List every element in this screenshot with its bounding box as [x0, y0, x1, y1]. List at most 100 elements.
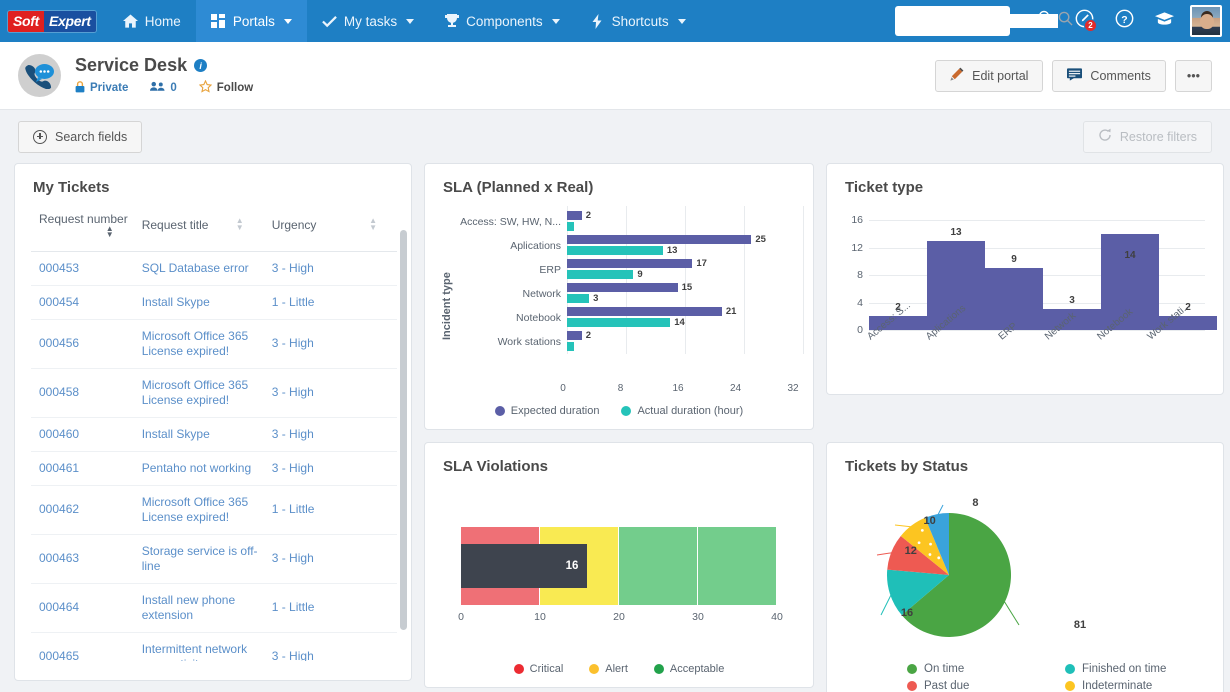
table-row[interactable]: 000454 Install Skype 1 - Little: [31, 285, 397, 320]
table-row[interactable]: 000461 Pentaho not working 3 - High: [31, 451, 397, 486]
global-search[interactable]: [895, 6, 1073, 36]
sla-bar-actual[interactable]: [567, 342, 575, 351]
cell-request-title[interactable]: SQL Database error: [133, 251, 264, 286]
cell-request-number[interactable]: 000465: [31, 632, 134, 661]
edit-portal-button[interactable]: Edit portal: [935, 59, 1044, 92]
graduation-cap-icon: [1154, 11, 1174, 31]
table-row[interactable]: 000456 Microsoft Office 365 License expir…: [31, 319, 397, 369]
table-row[interactable]: 000458 Microsoft Office 365 License expir…: [31, 368, 397, 418]
cell-request-title[interactable]: Install Skype: [133, 285, 264, 320]
sla-bar-actual[interactable]: [567, 222, 575, 231]
bullet-x-tick: 30: [692, 611, 704, 623]
table-row[interactable]: 000462 Microsoft Office 365 License expir…: [31, 485, 397, 535]
check-icon: [321, 14, 337, 29]
legend-item[interactable]: Alert: [589, 663, 628, 675]
cell-request-title[interactable]: Storage service is off-line: [133, 534, 264, 584]
more-options-button[interactable]: •••: [1174, 59, 1212, 92]
sla-bar-expected[interactable]: [567, 211, 582, 220]
bullet-measure-bar[interactable]: 16: [461, 544, 588, 588]
user-avatar[interactable]: [1190, 5, 1222, 37]
bullet-x-tick: 10: [534, 611, 546, 623]
table-row[interactable]: 000453 SQL Database error 3 - High: [31, 251, 397, 286]
cell-request-number[interactable]: 000461: [31, 451, 134, 486]
tickets-scrollbar-thumb[interactable]: [400, 230, 407, 630]
sla-bar-value: 14: [674, 317, 685, 328]
sla-bar-actual[interactable]: [567, 294, 590, 303]
legend-item[interactable]: Acceptable: [653, 663, 724, 675]
sort-icon[interactable]: ▲ ▼: [236, 217, 244, 232]
help-button[interactable]: ?: [1104, 0, 1144, 42]
nav-item-shortcuts[interactable]: Shortcuts: [575, 0, 701, 42]
privacy-indicator[interactable]: Private: [75, 80, 128, 96]
nav-item-portals[interactable]: Portals: [195, 0, 307, 42]
legend-label: On time: [924, 663, 965, 675]
legend-item[interactable]: On time: [907, 663, 1055, 675]
sla-violations-body: 16 0 10 20 30 40 Critical Alert Acceptable: [425, 479, 813, 687]
sort-icon[interactable]: ▲ ▼: [369, 217, 377, 232]
ticket-type-x-tick: Network: [1042, 310, 1079, 343]
cell-request-title[interactable]: Microsoft Office 365 License expired!: [133, 319, 264, 369]
cell-urgency: 3 - High: [263, 417, 397, 452]
ticket-type-x-tick: Work stati...: [1145, 300, 1193, 343]
cell-request-title[interactable]: Install new phone extension: [133, 583, 264, 633]
sla-legend: Expected duration Actual duration (hour): [435, 397, 803, 417]
legend-item[interactable]: Finished on time: [1065, 663, 1213, 675]
column-header-urgency[interactable]: Urgency ▲ ▼: [263, 200, 397, 252]
comments-button[interactable]: Comments: [1052, 59, 1166, 92]
ticket-type-bar[interactable]: 9: [985, 254, 1043, 330]
notifications-button[interactable]: [1024, 0, 1064, 42]
sla-bar-expected[interactable]: [567, 235, 752, 244]
cell-request-number[interactable]: 000456: [31, 319, 134, 369]
legend-color-swatch: [907, 664, 917, 674]
table-row[interactable]: 000465Intermittent network connectivity3…: [31, 632, 397, 661]
cell-request-title[interactable]: Install Skype: [133, 417, 264, 452]
bullet-chart-wrap: 16: [435, 485, 803, 605]
edit-mode-button[interactable]: 2: [1064, 0, 1104, 42]
nav-item-components[interactable]: Components: [429, 0, 575, 42]
table-row[interactable]: 000460 Install Skype 3 - High: [31, 417, 397, 452]
restore-filters-button[interactable]: Restore filters: [1082, 120, 1212, 153]
grid-icon: [211, 14, 226, 29]
column-header-request-number[interactable]: Request number ▲ ▼: [31, 200, 134, 252]
follow-button[interactable]: Follow: [198, 79, 253, 96]
cell-request-title[interactable]: Microsoft Office 365 License expired!: [133, 368, 264, 418]
sla-bar-actual[interactable]: [567, 270, 634, 279]
cell-request-number[interactable]: 000460: [31, 417, 134, 452]
cell-request-title[interactable]: Pentaho not working: [133, 451, 264, 486]
sort-icon[interactable]: ▲ ▼: [106, 224, 114, 239]
cell-request-number[interactable]: 000463: [31, 534, 134, 584]
legend-item[interactable]: Critical: [513, 663, 563, 675]
cell-request-number[interactable]: 000458: [31, 368, 134, 418]
search-fields-button[interactable]: Search fields: [18, 120, 143, 153]
legend-item[interactable]: Indeterminate: [1065, 680, 1213, 692]
cell-request-title[interactable]: Microsoft Office 365 License expired!: [133, 485, 264, 535]
academy-button[interactable]: [1144, 0, 1184, 42]
nav-item-home[interactable]: Home: [108, 0, 196, 42]
legend-item[interactable]: Past due: [907, 680, 1055, 692]
ticket-type-bar-value: 9: [1011, 254, 1017, 266]
sla-bar-expected[interactable]: [567, 307, 722, 316]
nav-item-my-tasks[interactable]: My tasks: [307, 0, 429, 42]
sla-bar-expected[interactable]: [567, 331, 582, 340]
ticket-type-y-tick: 12: [851, 241, 863, 254]
sla-planned-real-body: Incident type Access: SW, HW, N... Aplica…: [425, 200, 813, 429]
legend-color-swatch: [653, 664, 664, 674]
sla-bar-expected[interactable]: [567, 259, 693, 268]
cell-request-number[interactable]: 000462: [31, 485, 134, 535]
column-header-request-title[interactable]: Request title ▲ ▼: [133, 200, 264, 252]
legend-item[interactable]: Expected duration: [494, 405, 599, 417]
softexpert-logo[interactable]: Soft Expert: [0, 0, 108, 42]
cell-request-number[interactable]: 000454: [31, 285, 134, 320]
cell-request-number[interactable]: 000453: [31, 251, 134, 286]
legend-item[interactable]: Actual duration (hour): [621, 405, 743, 417]
sla-bar-expected[interactable]: [567, 283, 678, 292]
info-icon[interactable]: i: [194, 59, 208, 72]
sla-bar-actual[interactable]: [567, 246, 663, 255]
table-row[interactable]: 000464 Install new phone extension 1 - Lit…: [31, 583, 397, 633]
cell-request-title[interactable]: Intermittent network connectivity: [133, 632, 264, 661]
sla-bar-actual[interactable]: [567, 318, 671, 327]
bullet-measure-value: 16: [565, 560, 579, 572]
members-count[interactable]: 0: [150, 81, 177, 95]
cell-request-number[interactable]: 000464: [31, 583, 134, 633]
table-row[interactable]: 000463 Storage service is off-line 3 - Hig…: [31, 534, 397, 584]
